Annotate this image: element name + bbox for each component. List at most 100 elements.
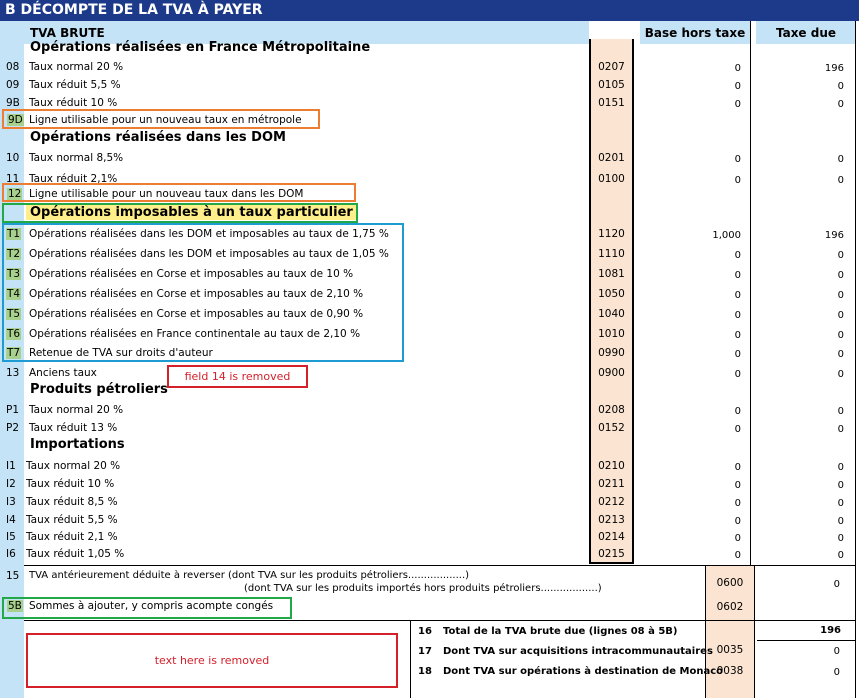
line-label: Taux réduit 5,5 % (29, 79, 121, 91)
base-value[interactable]: 0 (640, 81, 741, 92)
tax-value[interactable]: 0 (756, 579, 840, 590)
base-value[interactable]: 0 (640, 424, 741, 435)
table-row: 13 Anciens taux 0900 0 0 (0, 364, 859, 382)
table-row: 08 Taux normal 20 % 0207 0 196 (0, 58, 859, 76)
tax-value[interactable]: 0 (756, 406, 844, 417)
line-code: 0211 (598, 478, 625, 490)
base-value[interactable]: 0 (640, 310, 741, 321)
line-number: 15 (6, 570, 20, 582)
tax-value[interactable]: 0 (756, 310, 844, 321)
tax-value[interactable]: 0 (756, 424, 844, 435)
tax-value[interactable]: 0 (756, 533, 844, 544)
line-number: 13 (6, 367, 20, 379)
line-label: Dont TVA sur opérations à destination de… (443, 666, 724, 677)
base-value[interactable]: 0 (640, 516, 741, 527)
tax-value[interactable]: 0 (756, 369, 844, 380)
note-field14: field 14 is removed (184, 370, 291, 383)
line-number: I6 (6, 548, 16, 560)
section-petroliers: Produits pétroliers (30, 382, 168, 397)
table-row: I2 Taux réduit 10 % 0211 0 0 (0, 475, 859, 493)
base-value[interactable]: 0 (640, 480, 741, 491)
separator-line (24, 620, 856, 621)
line-code: 0212 (598, 496, 625, 508)
base-value[interactable]: 0 (640, 533, 741, 544)
tax-value[interactable]: 0 (756, 349, 844, 360)
line-code: 1120 (598, 228, 625, 240)
annotation-box-orange (2, 183, 356, 202)
line-code: 0214 (598, 531, 625, 543)
tax-value[interactable]: 0 (756, 270, 844, 281)
section-dom: Opérations réalisées dans les DOM (30, 130, 286, 145)
line-label: Taux réduit 5,5 % (26, 514, 118, 526)
base-value[interactable]: 1,000 (640, 230, 741, 241)
annotation-box-blue (2, 223, 404, 362)
tax-value[interactable]: 0 (756, 154, 844, 165)
tax-value[interactable]: 0 (756, 99, 844, 110)
tax-value[interactable]: 0 (756, 550, 844, 561)
section-importations: Importations (30, 437, 125, 452)
base-value[interactable]: 0 (640, 406, 741, 417)
line-code: 0105 (598, 79, 625, 91)
line-number: 17 (418, 646, 432, 657)
tax-value[interactable]: 0 (756, 81, 844, 92)
base-value[interactable]: 0 (640, 270, 741, 281)
base-value[interactable]: 0 (640, 498, 741, 509)
tax-value[interactable]: 0 (756, 480, 844, 491)
line-code: 0151 (598, 97, 625, 109)
totals-left-border (410, 621, 411, 698)
line-code: 0602 (716, 601, 744, 613)
line-code: 0213 (598, 514, 625, 526)
line-code: 0208 (598, 404, 625, 416)
line-number: 18 (418, 666, 432, 677)
base-value[interactable]: 0 (640, 99, 741, 110)
base-value[interactable]: 0 (640, 369, 741, 380)
tax-value[interactable]: 196 (756, 63, 844, 74)
base-value[interactable]: 0 (640, 250, 741, 261)
base-value[interactable]: 0 (640, 154, 741, 165)
table-row: 09 Taux réduit 5,5 % 0105 0 0 (0, 76, 859, 94)
line-number: I4 (6, 514, 16, 526)
line-code: 1110 (598, 248, 625, 260)
tax-value[interactable]: 0 (756, 516, 844, 527)
line-code: 0210 (598, 460, 625, 472)
line15-text-1: TVA antérieurement déduite à reverser (d… (29, 570, 470, 581)
tax-value[interactable]: 0 (756, 250, 844, 261)
tax-value[interactable]: 0 (756, 462, 844, 473)
tax-value[interactable]: 0 (756, 646, 840, 657)
form-title: B DÉCOMPTE DE LA TVA À PAYER (0, 0, 859, 21)
table-row: 10 Taux normal 8,5% 0201 0 0 (0, 149, 859, 167)
line-code: 1010 (598, 328, 625, 340)
tax-value[interactable]: 0 (756, 498, 844, 509)
table-row: I5 Taux réduit 2,1 % 0214 0 0 (0, 528, 859, 546)
tax-value[interactable]: 0 (756, 667, 840, 678)
base-value[interactable]: 0 (640, 330, 741, 341)
base-value[interactable]: 0 (640, 63, 741, 74)
line-label: Taux réduit 13 % (29, 422, 118, 434)
tax-value[interactable]: 196 (756, 625, 841, 636)
line-number: 09 (6, 79, 20, 91)
table-row: P2 Taux réduit 13 % 0152 0 0 (0, 419, 859, 437)
tax-value[interactable]: 0 (756, 290, 844, 301)
table-row: P1 Taux normal 20 % 0208 0 0 (0, 401, 859, 419)
line-code: 0207 (598, 61, 625, 73)
line-number: 08 (6, 61, 20, 73)
base-value[interactable]: 0 (640, 349, 741, 360)
line-number: P2 (6, 422, 20, 434)
line-number: I2 (6, 478, 16, 490)
line-label: Taux réduit 8,5 % (26, 496, 118, 508)
tax-value[interactable]: 196 (756, 230, 844, 241)
line-label: Taux réduit 10 % (29, 97, 118, 109)
tax-value[interactable]: 0 (756, 330, 844, 341)
line-code: 0152 (598, 422, 625, 434)
line-label: Dont TVA sur acquisitions intracommunaut… (443, 646, 713, 657)
table-row: I6 Taux réduit 1,05 % 0215 0 0 (0, 545, 859, 563)
note-text-removed: text here is removed (154, 654, 270, 667)
table-row: I1 Taux normal 20 % 0210 0 0 (0, 457, 859, 475)
base-value[interactable]: 0 (640, 462, 741, 473)
base-value[interactable]: 0 (640, 290, 741, 301)
separator-line (24, 565, 856, 566)
line-label: Taux réduit 10 % (26, 478, 115, 490)
line-code: 0100 (598, 173, 625, 185)
base-value[interactable]: 0 (640, 550, 741, 561)
line-label: Taux réduit 1,05 % (26, 548, 125, 560)
